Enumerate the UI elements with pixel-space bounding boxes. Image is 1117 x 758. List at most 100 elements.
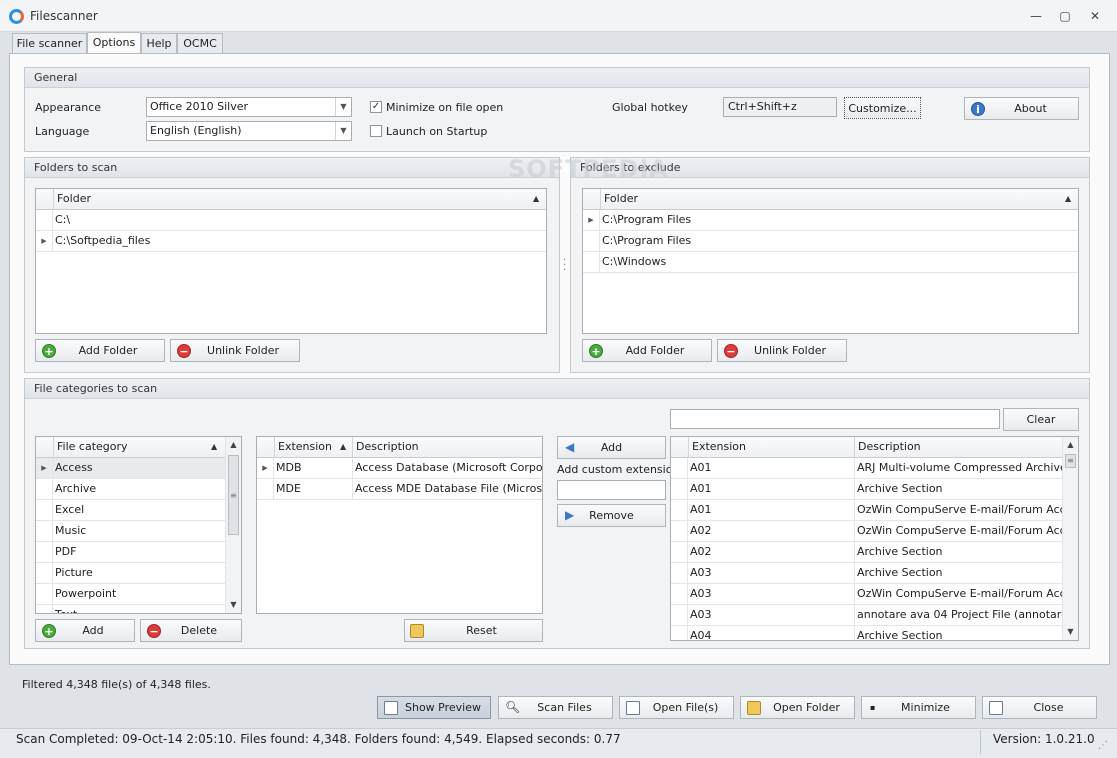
table-header: Folder ▲ xyxy=(36,189,546,210)
open-files-button[interactable]: Open File(s) xyxy=(619,696,734,719)
folders-to-exclude-group: Folders to exclude Folder ▲ ▶ C:\Program… xyxy=(570,157,1090,373)
table-row[interactable]: Archive xyxy=(36,479,225,500)
chevron-down-icon[interactable]: ▼ xyxy=(335,98,351,116)
table-row[interactable]: ▶ C:\Softpedia_files xyxy=(36,231,546,252)
add-custom-extension-button[interactable]: ◀ Add xyxy=(557,436,666,459)
plus-icon: + xyxy=(42,624,56,638)
category-scrollbar[interactable]: ▲ ≡ ▼ xyxy=(225,437,241,613)
launch-on-startup-label[interactable]: Launch on Startup xyxy=(386,125,487,138)
folders-to-scan-group: Folders to scan Folder ▲ C:\ ▶ C:\Softpe… xyxy=(24,157,560,373)
hotkey-label: Global hotkey xyxy=(612,101,688,114)
reset-button[interactable]: Reset xyxy=(404,619,543,642)
table-row[interactable]: ▶ MDB Access Database (Microsoft Corpor… xyxy=(257,458,542,479)
sort-asc-icon: ▲ xyxy=(211,442,218,451)
watermark: SOFTPEDIA xyxy=(508,155,669,183)
folders-to-exclude-table[interactable]: Folder ▲ ▶ C:\Program Files C:\Program F… xyxy=(582,188,1079,334)
customize-button[interactable]: Customize... xyxy=(844,97,921,119)
table-row[interactable]: A03 annotare ava 04 Project File (annotar… xyxy=(671,605,1062,626)
table-row[interactable]: A02 Archive Section xyxy=(671,542,1062,563)
remove-custom-extension-button[interactable]: ▶ Remove xyxy=(557,504,666,527)
table-row[interactable]: ▶ C:\Program Files xyxy=(583,210,1078,231)
filtered-count-text: Filtered 4,348 file(s) of 4,348 files. xyxy=(22,678,211,691)
tab-ocmc[interactable]: OCMC xyxy=(177,33,223,54)
tab-file-scanner[interactable]: File scanner xyxy=(12,33,87,54)
delete-category-button[interactable]: − Delete xyxy=(140,619,242,642)
info-icon: i xyxy=(971,102,985,116)
table-row[interactable]: A03 Archive Section xyxy=(671,563,1062,584)
table-row[interactable]: Text xyxy=(36,605,225,613)
close-button[interactable]: Close xyxy=(982,696,1097,719)
title-bar xyxy=(0,0,1117,32)
category-extensions-table[interactable]: Extension ▲ Description ▶ MDB Access Dat… xyxy=(256,436,543,614)
scroll-thumb[interactable]: ≡ xyxy=(1065,454,1076,468)
table-row[interactable]: A02 OzWin CompuServe E-mail/Forum Acce… xyxy=(671,521,1062,542)
custom-extension-input[interactable] xyxy=(557,480,666,500)
custom-extension-label: Add custom extension xyxy=(557,463,680,476)
clear-button[interactable]: Clear xyxy=(1003,408,1079,431)
scroll-down-icon[interactable]: ▼ xyxy=(226,597,241,613)
minimize-button[interactable]: ▪ Minimize xyxy=(861,696,976,719)
file-category-table[interactable]: File category ▲ ▶ Access Archive Excel Mu… xyxy=(35,436,242,614)
splitter-grip-icon[interactable]: · · · xyxy=(563,256,566,276)
scan-files-button[interactable]: 🔍︎ Scan Files xyxy=(498,696,613,719)
language-label: Language xyxy=(35,125,90,138)
unlink-exclude-folder-button[interactable]: − Unlink Folder xyxy=(717,339,847,362)
extensions-scrollbar[interactable]: ▲ ≡ ▼ xyxy=(1062,437,1078,640)
table-row[interactable]: A04 Archive Section xyxy=(671,626,1062,640)
table-row[interactable]: MDE Access MDE Database File (Microso… xyxy=(257,479,542,500)
add-exclude-folder-button[interactable]: + Add Folder xyxy=(582,339,712,362)
folders-to-scan-table[interactable]: Folder ▲ C:\ ▶ C:\Softpedia_files xyxy=(35,188,547,334)
folder-column-header[interactable]: Folder xyxy=(53,189,546,210)
table-row[interactable]: Music xyxy=(36,521,225,542)
extension-column-header[interactable]: Extension xyxy=(688,437,854,458)
folder-column-header[interactable]: Folder xyxy=(600,189,1078,210)
show-preview-button[interactable]: Show Preview xyxy=(377,696,491,719)
app-logo-icon xyxy=(9,9,24,24)
scroll-down-icon[interactable]: ▼ xyxy=(1063,624,1078,640)
add-category-button[interactable]: + Add xyxy=(35,619,135,642)
table-row[interactable]: ▶ Access xyxy=(36,458,225,479)
table-row[interactable]: Powerpoint xyxy=(36,584,225,605)
extension-search-input[interactable] xyxy=(670,409,1000,429)
hotkey-input[interactable]: Ctrl+Shift+z xyxy=(723,97,837,117)
table-row[interactable]: C:\Program Files xyxy=(583,231,1078,252)
tab-help[interactable]: Help xyxy=(141,33,177,54)
add-folder-button[interactable]: + Add Folder xyxy=(35,339,165,362)
table-row[interactable]: PDF xyxy=(36,542,225,563)
table-row[interactable]: A01 OzWin CompuServe E-mail/Forum Acce… xyxy=(671,500,1062,521)
version-text: Version: 1.0.21.0 xyxy=(993,732,1095,746)
file-icon xyxy=(626,701,640,715)
chevron-down-icon[interactable]: ▼ xyxy=(335,122,351,140)
sort-asc-icon: ▲ xyxy=(533,194,540,203)
table-row[interactable]: A01 Archive Section xyxy=(671,479,1062,500)
open-folder-button[interactable]: Open Folder xyxy=(740,696,855,719)
unlink-folder-button[interactable]: − Unlink Folder xyxy=(170,339,300,362)
scroll-thumb[interactable]: ≡ xyxy=(228,455,239,535)
minimize-on-open-label[interactable]: Minimize on file open xyxy=(386,101,503,114)
close-app-icon xyxy=(989,701,1003,715)
minimize-icon: ▪ xyxy=(870,703,876,712)
all-extensions-table[interactable]: Extension Description A01 ARJ Multi-volum… xyxy=(670,436,1079,641)
table-row[interactable]: Picture xyxy=(36,563,225,584)
table-row[interactable]: C:\ xyxy=(36,210,546,231)
resize-grip-icon[interactable]: ⋰ xyxy=(1098,740,1108,751)
table-row[interactable]: C:\Windows xyxy=(583,252,1078,273)
appearance-select[interactable]: Office 2010 Silver ▼ xyxy=(146,97,352,117)
table-row[interactable]: Excel xyxy=(36,500,225,521)
tab-options[interactable]: Options xyxy=(87,32,141,55)
description-column-header[interactable]: Description xyxy=(854,437,1064,458)
launch-on-startup-checkbox[interactable] xyxy=(370,125,382,137)
minimize-on-open-checkbox[interactable]: ✓ xyxy=(370,101,382,113)
close-window-icon[interactable]: ✕ xyxy=(1084,6,1106,26)
about-button[interactable]: i About xyxy=(964,97,1079,120)
scroll-up-icon[interactable]: ▲ xyxy=(1063,437,1078,453)
file-category-column-header[interactable]: File category xyxy=(53,437,226,458)
language-select[interactable]: English (English) ▼ xyxy=(146,121,352,141)
table-row[interactable]: A01 ARJ Multi-volume Compressed Archive … xyxy=(671,458,1062,479)
minimize-window-icon[interactable]: — xyxy=(1025,6,1047,26)
scroll-up-icon[interactable]: ▲ xyxy=(226,437,241,453)
maximize-window-icon[interactable]: ▢ xyxy=(1054,6,1076,26)
description-column-header[interactable]: Description xyxy=(352,437,542,458)
table-row[interactable]: A03 OzWin CompuServe E-mail/Forum Acce… xyxy=(671,584,1062,605)
sort-asc-icon: ▲ xyxy=(1065,194,1072,203)
